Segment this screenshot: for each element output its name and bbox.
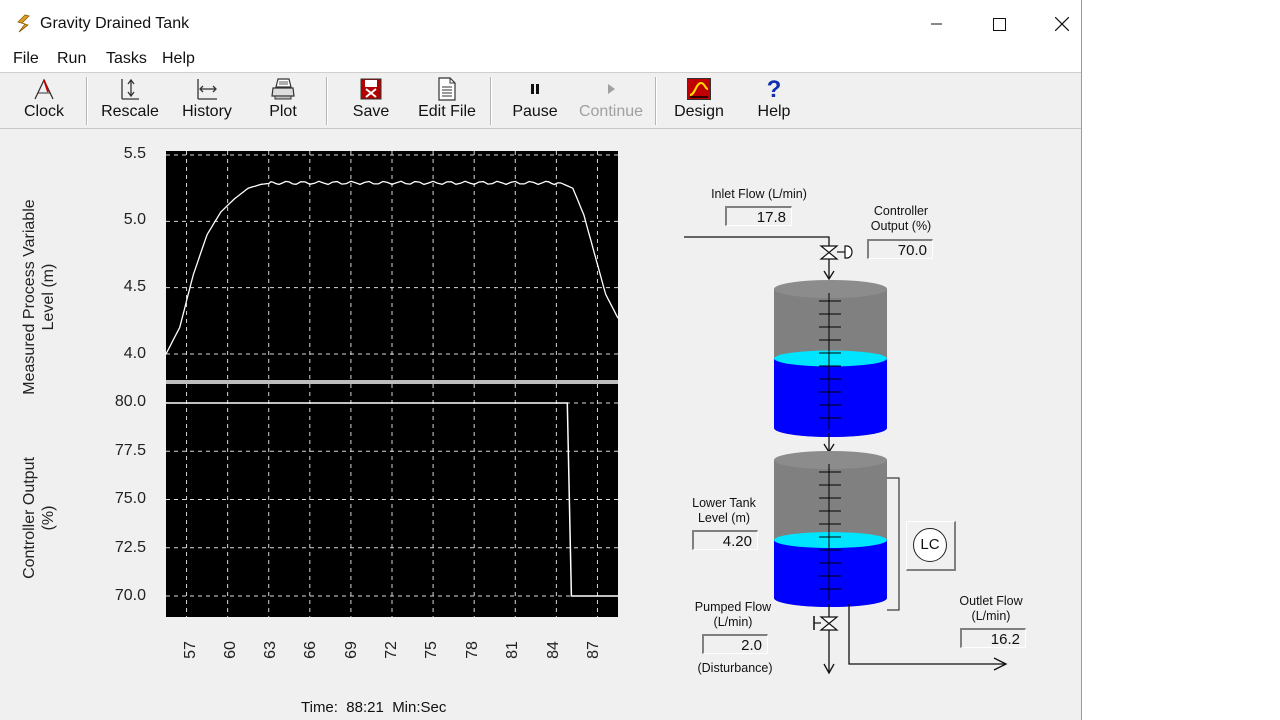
- level-controller-button[interactable]: LC: [906, 521, 956, 571]
- pumped-flow-label-line1: Pumped Flow: [694, 600, 772, 614]
- controller-output-label: Controller Output (%): [858, 204, 944, 234]
- lower-tank-level-label-line2: Level (m): [697, 511, 751, 525]
- upper-tank: [774, 280, 887, 437]
- lower-tank: [774, 451, 887, 607]
- inlet-flow-field: 17.8: [725, 206, 792, 226]
- level-controller-label: LC: [913, 528, 947, 562]
- process-diagram: [684, 236, 1008, 675]
- lower-tank-level-field: 4.20: [692, 530, 758, 550]
- lower-tank-level-label-line1: Lower Tank: [692, 496, 756, 510]
- controller-output-label-line2: Output (%): [870, 219, 932, 233]
- hand-valve-icon: [813, 616, 839, 631]
- inlet-pipe: [684, 236, 830, 278]
- outlet-flow-label-line2: (L/min): [971, 609, 1011, 623]
- controller-output-label-line1: Controller: [873, 204, 929, 218]
- tank-liquid: [774, 358, 887, 437]
- controller-output-field[interactable]: 70.0: [867, 239, 933, 259]
- outlet-flow-label: Outlet Flow (L/min): [950, 594, 1032, 624]
- disturbance-label: (Disturbance): [697, 661, 773, 675]
- tank-liquid-surface: [774, 532, 887, 549]
- pumped-flow-field[interactable]: 2.0: [702, 634, 768, 654]
- inlet-flow-label: Inlet Flow (L/min): [711, 187, 807, 201]
- pumped-flow-label: Pumped Flow (L/min): [688, 600, 778, 630]
- lower-tank-level-label: Lower Tank Level (m): [683, 496, 765, 526]
- outlet-flow-field: 16.2: [960, 628, 1026, 648]
- outlet-flow-label-line1: Outlet Flow: [959, 594, 1023, 608]
- control-valve-icon: [819, 245, 853, 260]
- tank-top: [774, 451, 887, 469]
- app-window: Gravity Drained Tank File Run Tasks Help…: [0, 0, 1082, 720]
- tank-top: [774, 280, 887, 298]
- pumped-flow-label-line2: (L/min): [713, 615, 753, 629]
- level-signal-line: [887, 477, 900, 611]
